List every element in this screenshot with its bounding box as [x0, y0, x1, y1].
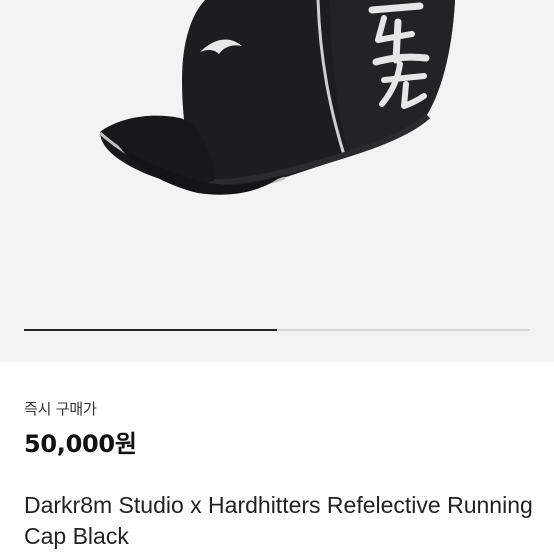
gallery-progress-track[interactable]	[24, 329, 530, 331]
price-value: 50,000원	[24, 430, 137, 458]
gallery-progress-fill	[24, 329, 277, 331]
product-image[interactable]	[0, 0, 554, 362]
instant-buy-price-label: 즉시 구매가	[24, 400, 97, 418]
product-title: Darkr8m Studio x Hardhitters Refelective…	[24, 492, 533, 549]
cap-illustration	[99, 0, 455, 195]
